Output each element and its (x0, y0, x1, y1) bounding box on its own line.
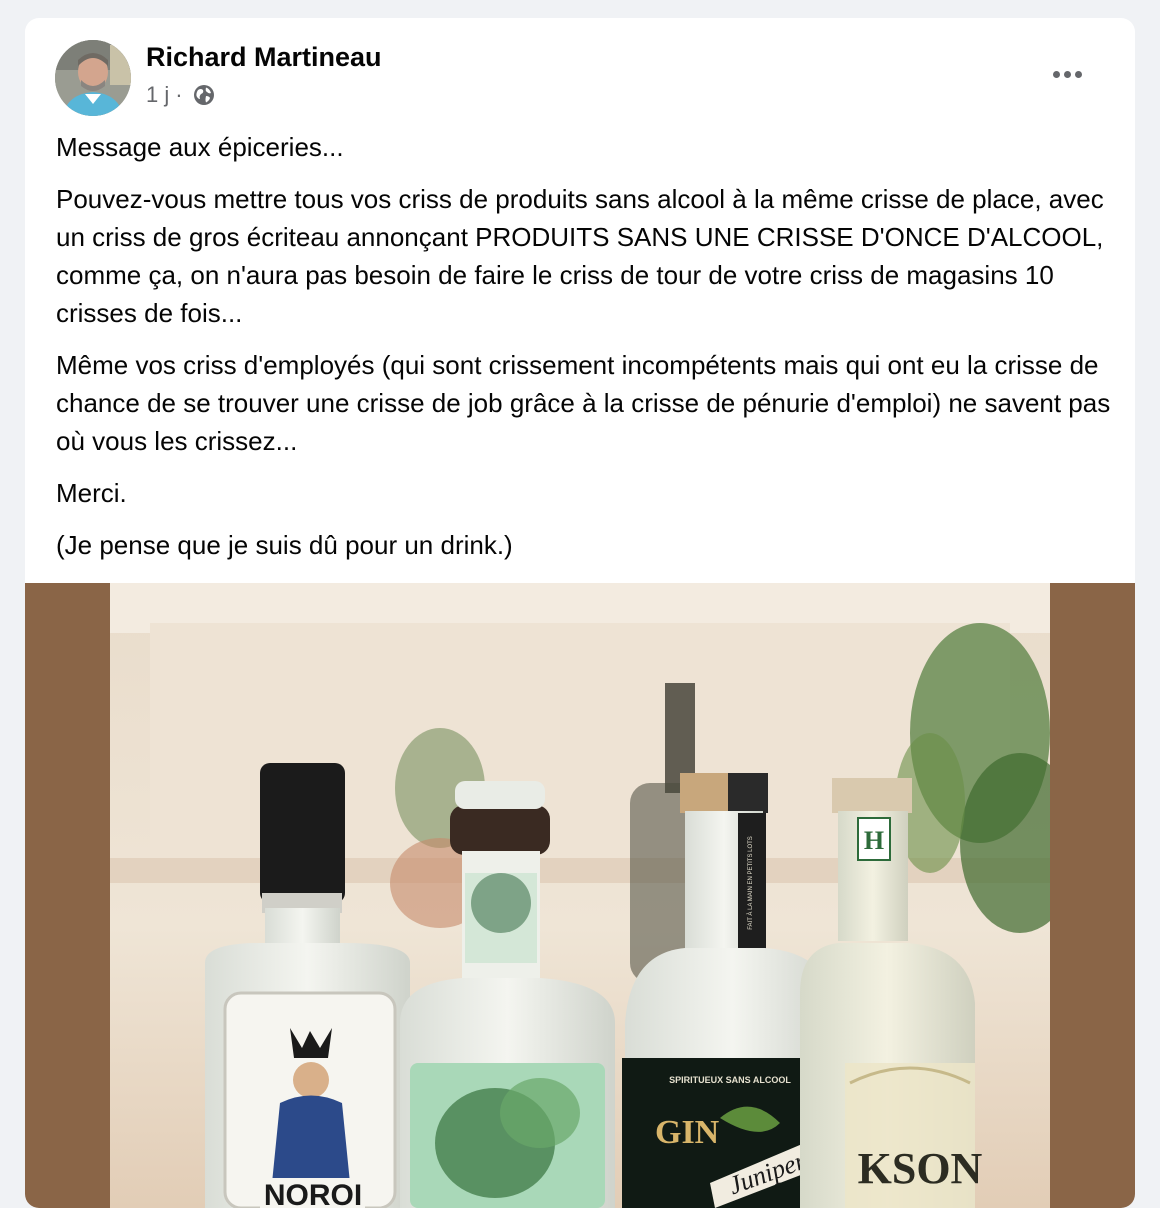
bottle-label-gin: GIN (655, 1114, 720, 1151)
meta-separator: · (175, 82, 183, 107)
more-dot (1063, 70, 1071, 78)
post-paragraph: (Je pense que je suis dû pour un drink.) (56, 530, 513, 560)
bottle-label-spirits: SPIRITUEUX SANS ALCOOL (669, 1075, 791, 1085)
post-paragraph: Message aux épiceries... (56, 132, 344, 162)
post-text: Message aux épiceries... Pouvez-vous met… (56, 128, 1116, 578)
bottle-label-kson: KSON (858, 1144, 983, 1193)
post-paragraph: Merci. (56, 478, 127, 508)
post-paragraph: Même vos criss d'employés (qui sont cris… (56, 350, 1111, 456)
post-meta: 1 j · (146, 82, 215, 108)
post-media[interactable]: NOROI FAIT À LA MAIN EN PETITS LOTS SPIR… (25, 583, 1135, 1208)
post-time[interactable]: 1 j (146, 82, 169, 108)
avatar-image (55, 40, 131, 116)
bottle-label-noroi: NOROI (264, 1179, 362, 1208)
avatar[interactable] (55, 40, 131, 116)
more-options-icon[interactable] (1043, 62, 1091, 86)
post-header: Richard Martineau 1 j · (25, 18, 1135, 128)
author-name[interactable]: Richard Martineau (146, 42, 382, 73)
bottles-photo: NOROI FAIT À LA MAIN EN PETITS LOTS SPIR… (110, 583, 1050, 1208)
bottle-label-h: H (864, 826, 884, 855)
post-card: Richard Martineau 1 j · Message aux épic… (25, 18, 1135, 1208)
more-dot (1074, 70, 1082, 78)
bottle-side-text: FAIT À LA MAIN EN PETITS LOTS (747, 836, 754, 930)
globe-icon[interactable] (193, 84, 215, 106)
post-paragraph: Pouvez-vous mettre tous vos criss de pro… (56, 184, 1104, 328)
more-dot (1052, 70, 1060, 78)
post-photo[interactable]: NOROI FAIT À LA MAIN EN PETITS LOTS SPIR… (110, 583, 1050, 1208)
